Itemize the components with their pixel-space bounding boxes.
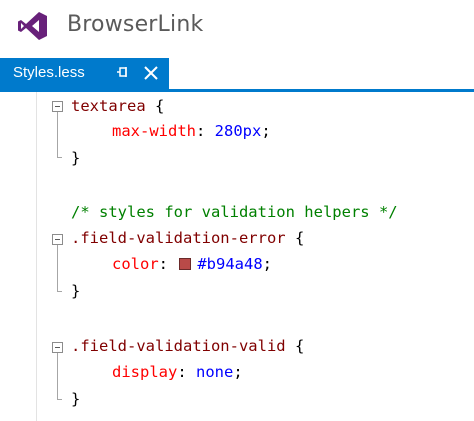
open-brace: {: [285, 229, 305, 247]
code-line-12: }: [71, 387, 80, 411]
close-brace: }: [71, 149, 81, 167]
tab-styles-less[interactable]: Styles.less: [0, 58, 169, 89]
code-line-10: .field-validation-valid {: [71, 334, 304, 358]
css-selector: textarea: [71, 97, 146, 115]
css-selector: .field-validation-error: [71, 229, 286, 247]
app-title: BrowserLink: [67, 12, 204, 37]
colon: :: [177, 363, 196, 381]
title-bar: BrowserLink: [0, 0, 474, 58]
close-brace: }: [71, 390, 81, 408]
editor-margin: [36, 92, 37, 421]
fold-line: [57, 245, 58, 291]
semicolon: ;: [262, 255, 273, 273]
css-value: none: [196, 363, 234, 381]
visual-studio-icon: [18, 12, 47, 40]
code-line-7: color: #b94a48;: [112, 252, 272, 276]
close-brace: }: [71, 282, 81, 300]
close-icon[interactable]: [143, 64, 159, 82]
open-brace: {: [285, 337, 305, 355]
code-line-1: textarea {: [71, 94, 164, 118]
fold-line: [57, 112, 58, 157]
code-line-11: display: none;: [112, 360, 243, 384]
css-value: #b94a48: [197, 255, 263, 273]
css-comment: /* styles for validation helpers */: [71, 203, 398, 221]
css-selector: .field-validation-valid: [71, 337, 286, 355]
css-property: max-width: [112, 122, 196, 140]
collapse-toggle-field-validation-error[interactable]: [52, 234, 63, 245]
fold-end: [57, 291, 62, 292]
code-line-5: /* styles for validation helpers */: [71, 200, 398, 224]
code-line-6: .field-validation-error {: [71, 226, 304, 250]
css-property: color: [112, 255, 159, 273]
code-line-8: }: [71, 279, 80, 303]
open-brace: {: [145, 97, 165, 115]
colon: :: [158, 255, 178, 273]
tab-label: Styles.less: [13, 64, 85, 81]
code-line-3: }: [71, 146, 80, 170]
code-line-2: max-width: 280px;: [112, 119, 271, 143]
collapse-toggle-field-validation-valid[interactable]: [52, 342, 63, 353]
pin-icon[interactable]: [115, 64, 131, 82]
css-value: 280px: [214, 122, 262, 140]
fold-end: [57, 399, 62, 400]
semicolon: ;: [261, 122, 271, 140]
css-property: display: [112, 363, 178, 381]
colon: :: [196, 122, 215, 140]
semicolon: ;: [233, 363, 243, 381]
fold-line: [57, 353, 58, 399]
fold-end: [57, 157, 62, 158]
code-editor[interactable]: textarea { max-width: 280px; } /* styles…: [0, 92, 474, 421]
color-swatch[interactable]: [179, 258, 192, 270]
collapse-toggle-textarea[interactable]: [52, 101, 63, 112]
